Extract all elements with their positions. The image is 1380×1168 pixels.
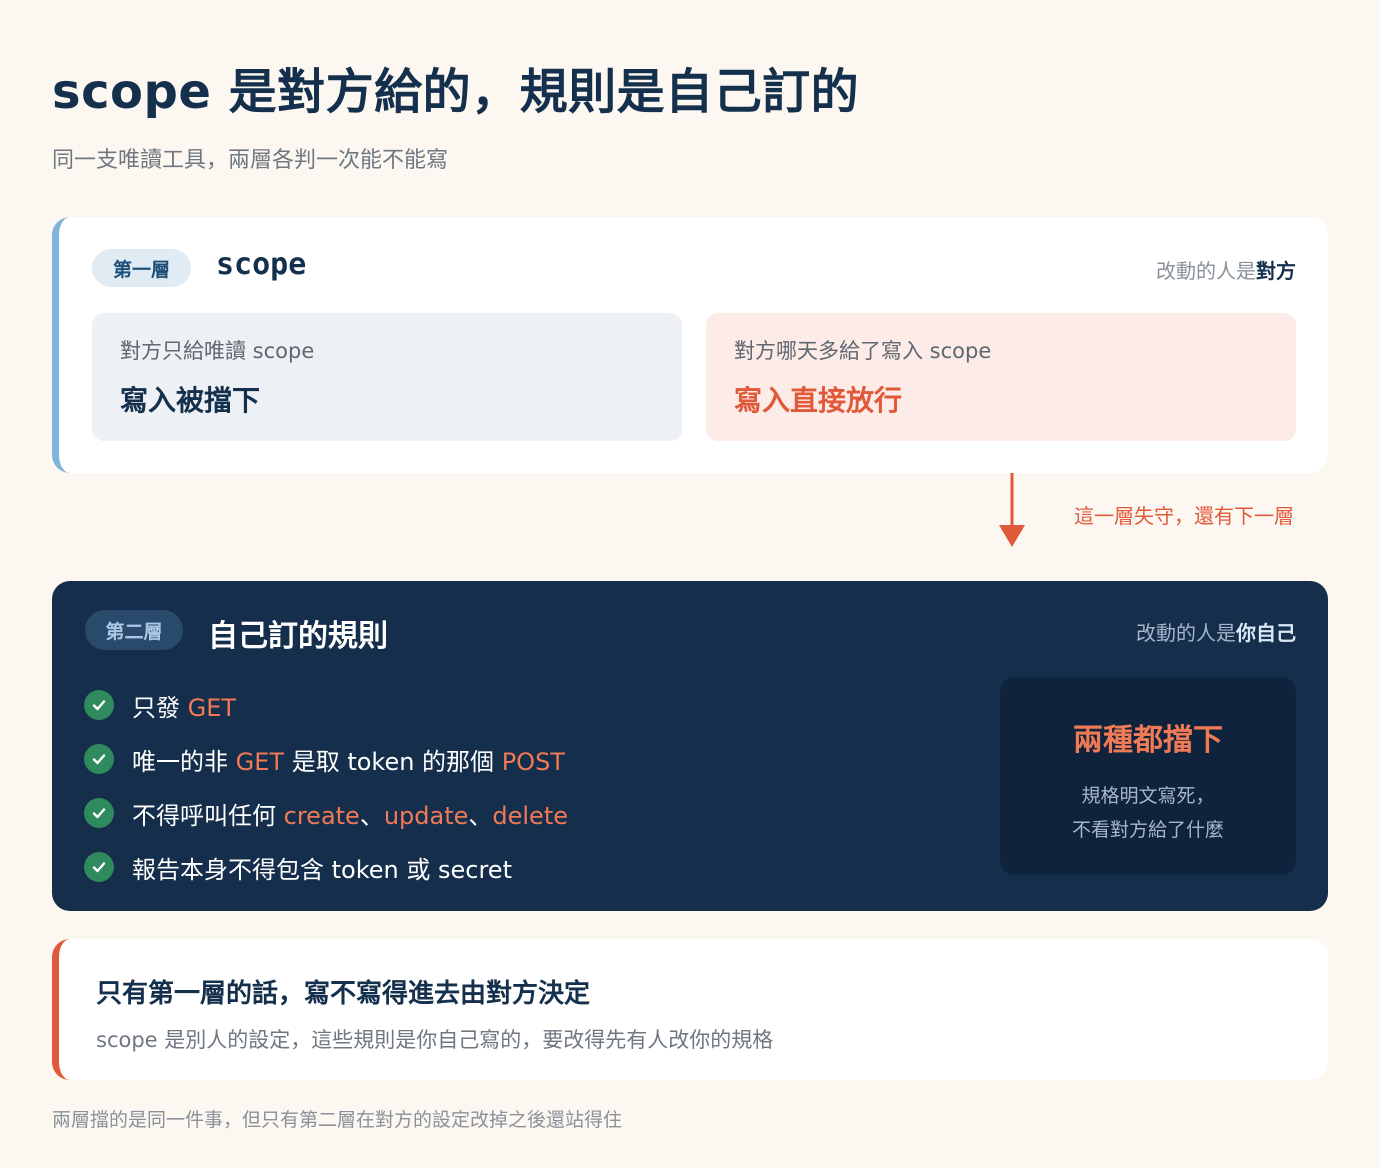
conclusion-card: 只有第一層的話，寫不寫得進去由對方決定 scope 是別人的設定，這些規則是你自… [52, 939, 1328, 1080]
layer-one-card: 第一層 scope 改動的人是對方 對方只給唯讀 scope 寫入被擋下 對方哪… [52, 217, 1328, 473]
changer-prefix: 改動的人是 [1136, 621, 1236, 645]
rule-text: 報告本身不得包含 token 或 secret [132, 850, 512, 885]
rule-segment: 報告本身不得包含 token 或 secret [132, 855, 512, 884]
rules-list: 只發 GET 唯一的非 GET 是取 token 的那個 POST 不得呼叫任何 c… [84, 678, 568, 894]
rule-highlight: GET [187, 693, 237, 722]
verdict-title: 兩種都擋下 [1073, 723, 1223, 758]
layer-one-name: scope [216, 247, 307, 282]
rule-text: 唯一的非 GET 是取 token 的那個 POST [132, 742, 565, 777]
verdict-note: 規格明文寫死， 不看對方給了什麼 [1000, 779, 1296, 847]
layer-one-badge: 第一層 [92, 249, 191, 287]
down-arrow-icon [999, 473, 1025, 547]
rule-segment: 只發 [132, 693, 188, 722]
layer-two-name: 自己訂的規則 [208, 619, 388, 654]
connector-label: 這一層失守，還有下一層 [1074, 504, 1294, 528]
rule-segment: 、 [359, 801, 384, 830]
layer-two-changer: 改動的人是你自己 [1136, 617, 1296, 646]
check-icon [84, 690, 114, 720]
page-title: scope 是對方給的，規則是自己訂的 [52, 64, 860, 120]
changer-prefix: 改動的人是 [1156, 259, 1256, 283]
rule-highlight: update [383, 801, 469, 830]
verdict-box: 兩種都擋下 規格明文寫死， 不看對方給了什麼 [1000, 677, 1296, 875]
rule-highlight: create [283, 801, 360, 830]
rule-item: 唯一的非 GET 是取 token 的那個 POST [84, 732, 568, 786]
rule-text: 只發 GET [132, 688, 236, 723]
rule-item: 報告本身不得包含 token 或 secret [84, 840, 568, 894]
verdict-note-line: 規格明文寫死， [1081, 785, 1215, 807]
layer-two-badge: 第二層 [85, 610, 183, 650]
check-icon [84, 798, 114, 828]
rule-segment: 不得呼叫任何 [132, 801, 284, 830]
changer-who: 對方 [1256, 259, 1296, 283]
page-subtitle: 同一支唯讀工具，兩層各判一次能不能寫 [52, 148, 449, 173]
readonly-scope-result: 寫入被擋下 [120, 384, 261, 417]
readonly-scope-condition: 對方只給唯讀 scope [120, 339, 315, 363]
write-scope-result: 寫入直接放行 [734, 384, 903, 417]
check-icon [84, 744, 114, 774]
rule-highlight: GET [235, 747, 285, 776]
layer-one-changer: 改動的人是對方 [1156, 255, 1296, 284]
rule-segment: 唯一的非 [132, 747, 236, 776]
conclusion-body: scope 是別人的設定，這些規則是你自己寫的，要改得先有人改你的規格 [96, 1028, 774, 1052]
changer-who: 你自己 [1236, 621, 1296, 645]
write-scope-box: 對方哪天多給了寫入 scope 寫入直接放行 [706, 313, 1296, 441]
footnote: 兩層擋的是同一件事，但只有第二層在對方的設定改掉之後還站得住 [52, 1109, 623, 1131]
readonly-scope-box: 對方只給唯讀 scope 寫入被擋下 [92, 313, 682, 441]
layer-two-card: 第二層 自己訂的規則 改動的人是你自己 只發 GET 唯一的非 GET 是取 to… [52, 581, 1328, 911]
rule-highlight: delete [492, 801, 568, 830]
rule-segment: 是取 token 的那個 [284, 747, 502, 776]
conclusion-heading: 只有第一層的話，寫不寫得進去由對方決定 [96, 979, 591, 1009]
verdict-note-line: 不看對方給了什麼 [1071, 819, 1224, 841]
rule-item: 不得呼叫任何 create、update、delete [84, 786, 568, 840]
rule-highlight: POST [501, 747, 565, 776]
rule-segment: 、 [468, 801, 493, 830]
check-icon [84, 852, 114, 882]
rule-text: 不得呼叫任何 create、update、delete [132, 796, 568, 831]
write-scope-condition: 對方哪天多給了寫入 scope [734, 339, 992, 363]
rule-item: 只發 GET [84, 678, 568, 732]
